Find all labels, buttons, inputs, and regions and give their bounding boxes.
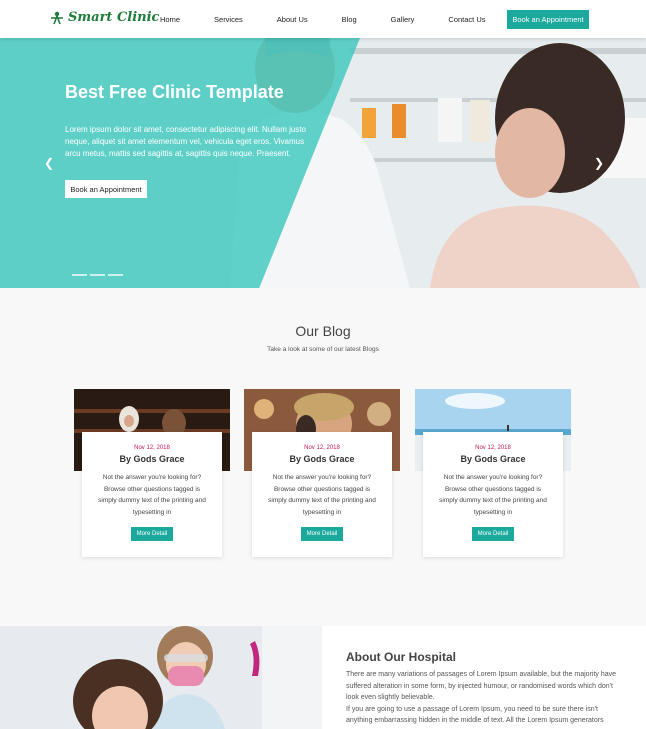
logo[interactable]: Smart Clinic — [50, 10, 159, 25]
blog-card: Nov 12, 2018 By Gods Grace Not the answe… — [252, 432, 392, 557]
blog-card-title[interactable]: By Gods Grace — [423, 454, 563, 464]
blog-date: Nov 12, 2018 — [475, 445, 511, 451]
chevron-right-icon[interactable]: ❯ — [594, 156, 604, 170]
hero-book-appointment-button[interactable]: Book an Appointment — [65, 180, 147, 198]
more-detail-button[interactable]: More Detail — [301, 527, 343, 541]
blog-card-text: Not the answer you're looking for? Brows… — [439, 474, 547, 516]
slider-dot[interactable] — [108, 274, 123, 276]
hero-text: Lorem ipsum dolor sit amet, consectetur … — [65, 125, 306, 158]
brand-name: Smart Clinic — [68, 10, 160, 25]
about-image — [0, 626, 322, 729]
nav-gallery[interactable]: Gallery — [391, 15, 415, 24]
blog-card-text: Not the answer you're looking for? Brows… — [98, 474, 206, 516]
nav-about-us[interactable]: About Us — [277, 15, 308, 24]
blog-card-title[interactable]: By Gods Grace — [82, 454, 222, 464]
slider-dot[interactable] — [72, 274, 87, 276]
main-menu: Home Services About Us Blog Gallery Cont… — [160, 0, 520, 38]
more-detail-button[interactable]: More Detail — [472, 527, 514, 541]
blog-card-title[interactable]: By Gods Grace — [252, 454, 392, 464]
blog-title: Our Blog — [295, 323, 351, 339]
about-paragraph: There are many variations of passages of… — [346, 671, 617, 701]
about-text: There are many variations of passages of… — [346, 669, 626, 727]
nav-contact-us[interactable]: Contact Us — [448, 15, 485, 24]
slider-indicators — [72, 274, 123, 276]
about-title: About Our Hospital — [346, 650, 456, 664]
nav-services[interactable]: Services — [214, 15, 243, 24]
chevron-left-icon[interactable]: ❮ — [44, 156, 54, 170]
blog-card-text: Not the answer you're looking for? Brows… — [268, 474, 376, 516]
top-navbar: Smart Clinic Home Services About Us Blog… — [0, 0, 646, 38]
hero-slider: Best Free Clinic Template Lorem ipsum do… — [0, 38, 646, 288]
logo-icon — [51, 11, 63, 24]
hero-title: Best Free Clinic Template — [65, 82, 284, 102]
slider-dot[interactable] — [90, 274, 105, 276]
nav-blog[interactable]: Blog — [342, 15, 357, 24]
book-appointment-button[interactable]: Book an Appointment — [507, 10, 589, 29]
nav-home[interactable]: Home — [160, 15, 180, 24]
blog-subtitle: Take a look at some of our latest Blogs — [267, 346, 379, 353]
blog-section: Our Blog Take a look at some of our late… — [0, 288, 646, 626]
blog-date: Nov 12, 2018 — [134, 445, 170, 451]
blog-date: Nov 12, 2018 — [304, 445, 340, 451]
blog-card: Nov 12, 2018 By Gods Grace Not the answe… — [423, 432, 563, 557]
blog-card: Nov 12, 2018 By Gods Grace Not the answe… — [82, 432, 222, 557]
more-detail-button[interactable]: More Detail — [131, 527, 173, 541]
about-section: About Our Hospital There are many variat… — [0, 626, 646, 729]
about-paragraph: If you are going to use a passage of Lor… — [346, 705, 604, 725]
